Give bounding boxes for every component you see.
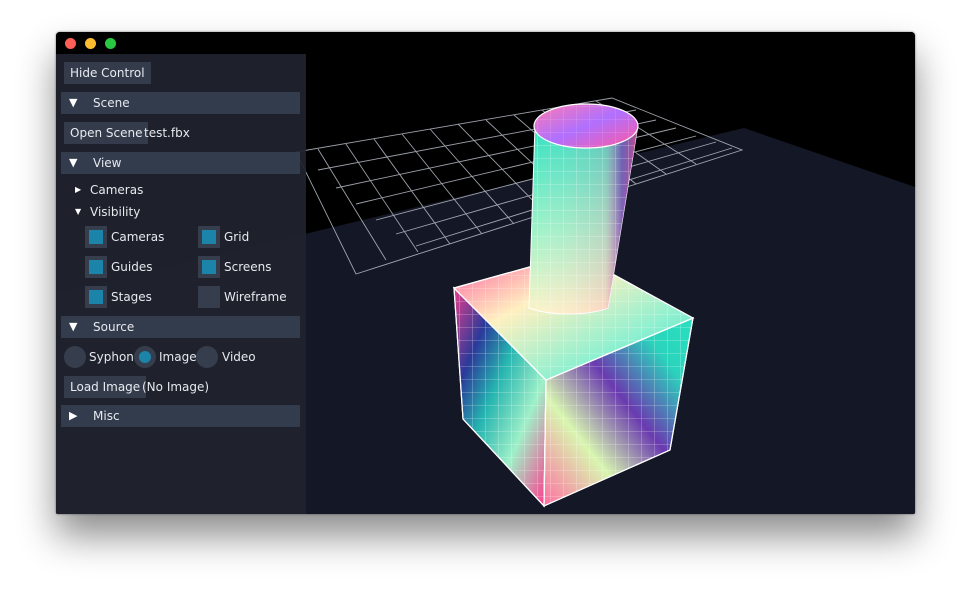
syphon-radio[interactable]: [64, 346, 86, 368]
expanded-arrow-icon: ▼: [75, 207, 82, 216]
expanded-triangle-icon: ▼: [69, 156, 78, 169]
collapsed-triangle-icon: ▶: [69, 409, 78, 422]
wireframe-checkbox[interactable]: [198, 286, 220, 308]
check-mark: [89, 260, 103, 274]
check-mark: [202, 260, 216, 274]
load-image-button[interactable]: Load Image: [64, 376, 147, 398]
stages-checkbox[interactable]: [85, 286, 107, 308]
minimize-window-button[interactable]: [85, 38, 96, 49]
grid-checkbox[interactable]: [198, 226, 220, 248]
scene-file-name: test.fbx: [144, 126, 190, 140]
title-bar: [56, 32, 915, 54]
section-title: Misc: [93, 409, 120, 423]
screens-checkbox[interactable]: [198, 256, 220, 278]
image-radio[interactable]: [134, 346, 156, 368]
screens-checkbox-label: Screens: [224, 260, 272, 274]
app-window: Hide Control ▼ Scene Open Scene test.fbx…: [56, 32, 915, 514]
misc-section-header[interactable]: ▶ Misc: [61, 405, 300, 427]
guides-checkbox[interactable]: [85, 256, 107, 278]
wireframe-checkbox-label: Wireframe: [224, 290, 287, 304]
tree-node-label: Cameras: [90, 183, 144, 197]
radio-selected-dot: [139, 351, 151, 363]
expanded-triangle-icon: ▼: [69, 96, 78, 109]
image-radio-label: Image: [159, 350, 197, 364]
open-scene-button[interactable]: Open Scene: [64, 122, 149, 144]
check-mark: [89, 290, 103, 304]
source-section-header[interactable]: ▼ Source: [61, 316, 300, 338]
check-mark: [202, 230, 216, 244]
section-title: Scene: [93, 96, 130, 110]
expanded-triangle-icon: ▼: [69, 320, 78, 333]
hide-control-button[interactable]: Hide Control: [64, 62, 151, 84]
guides-checkbox-label: Guides: [111, 260, 153, 274]
section-title: View: [93, 156, 122, 170]
maximize-window-button[interactable]: [105, 38, 116, 49]
cameras-checkbox[interactable]: [85, 226, 107, 248]
section-title: Source: [93, 320, 135, 334]
cameras-checkbox-label: Cameras: [111, 230, 165, 244]
check-mark: [89, 230, 103, 244]
stages-checkbox-label: Stages: [111, 290, 152, 304]
grid-checkbox-label: Grid: [224, 230, 250, 244]
syphon-radio-label: Syphon: [89, 350, 134, 364]
tree-node-label: Visibility: [90, 205, 141, 219]
control-panel: Hide Control ▼ Scene Open Scene test.fbx…: [56, 54, 306, 514]
image-status: (No Image): [142, 380, 210, 394]
video-radio[interactable]: [196, 346, 218, 368]
view-section-header[interactable]: ▼ View: [61, 152, 300, 174]
close-window-button[interactable]: [65, 38, 76, 49]
video-radio-label: Video: [222, 350, 256, 364]
scene-section-header[interactable]: ▼ Scene: [61, 92, 300, 114]
collapsed-arrow-icon: ▶: [75, 185, 82, 194]
